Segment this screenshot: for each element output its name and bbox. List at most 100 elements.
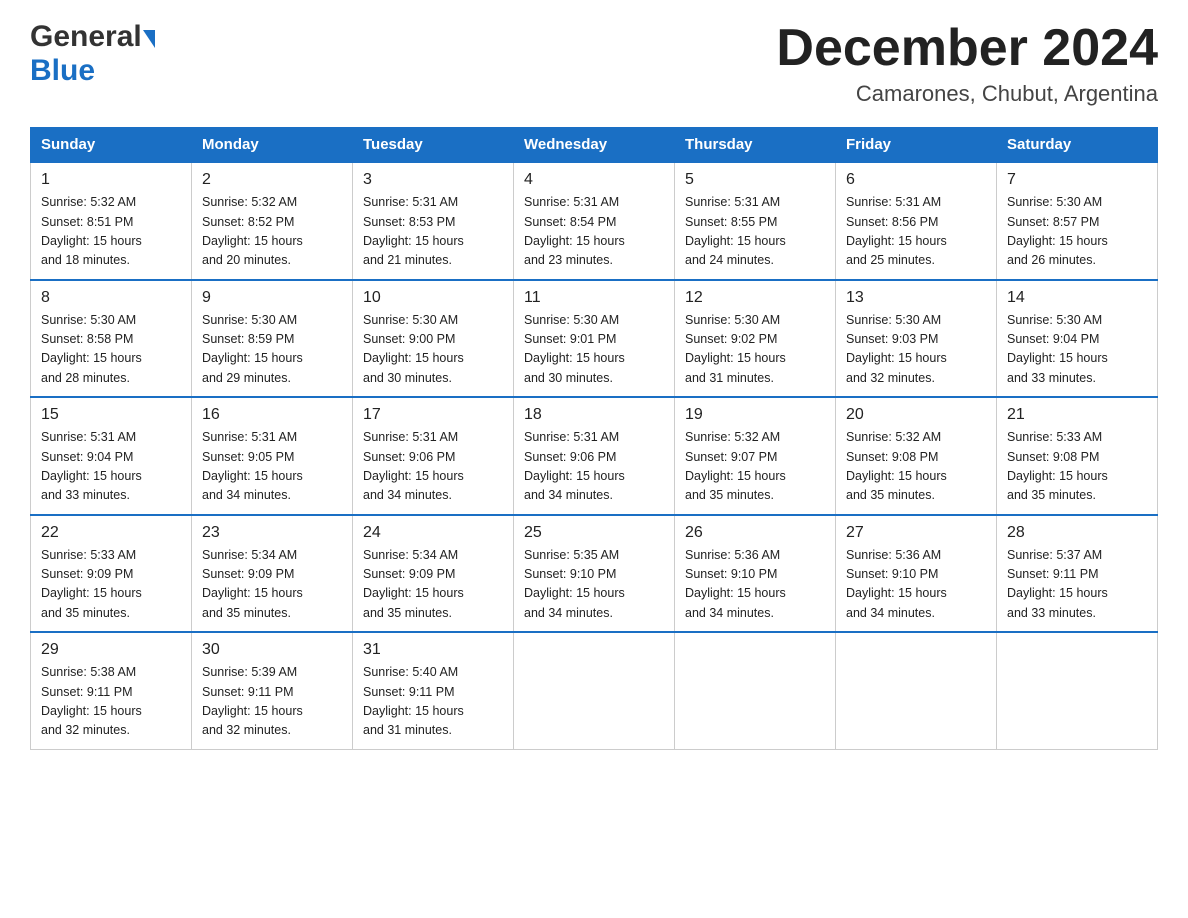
day-cell-18: 18 Sunrise: 5:31 AMSunset: 9:06 PMDayligh… <box>514 397 675 515</box>
day-number: 9 <box>202 289 342 307</box>
day-number: 7 <box>1007 171 1147 189</box>
empty-cell <box>836 632 997 749</box>
day-number: 2 <box>202 171 342 189</box>
day-info: Sunrise: 5:36 AMSunset: 9:10 PMDaylight:… <box>846 546 986 624</box>
day-info: Sunrise: 5:37 AMSunset: 9:11 PMDaylight:… <box>1007 546 1147 624</box>
day-cell-8: 8 Sunrise: 5:30 AMSunset: 8:58 PMDaylight… <box>31 280 192 398</box>
day-info: Sunrise: 5:38 AMSunset: 9:11 PMDaylight:… <box>41 663 181 741</box>
day-info: Sunrise: 5:39 AMSunset: 9:11 PMDaylight:… <box>202 663 342 741</box>
logo-blue-text: Blue <box>30 54 95 87</box>
day-number: 18 <box>524 406 664 424</box>
weekday-header-tuesday: Tuesday <box>353 128 514 163</box>
weekday-header-sunday: Sunday <box>31 128 192 163</box>
day-number: 30 <box>202 641 342 659</box>
day-number: 27 <box>846 524 986 542</box>
day-cell-31: 31Sunrise: 5:40 AMSunset: 9:11 PMDayligh… <box>353 632 514 749</box>
page-header: General Blue December 2024 Camarones, Ch… <box>30 20 1158 107</box>
day-cell-11: 11Sunrise: 5:30 AMSunset: 9:01 PMDayligh… <box>514 280 675 398</box>
day-info: Sunrise: 5:34 AMSunset: 9:09 PMDaylight:… <box>363 546 503 624</box>
day-number: 4 <box>524 171 664 189</box>
day-cell-4: 4 Sunrise: 5:31 AMSunset: 8:54 PMDaylight… <box>514 162 675 280</box>
week-row-2: 8 Sunrise: 5:30 AMSunset: 8:58 PMDaylight… <box>31 280 1158 398</box>
day-number: 1 <box>41 171 181 189</box>
location-title: Camarones, Chubut, Argentina <box>776 81 1158 107</box>
day-cell-14: 14 Sunrise: 5:30 AMSunset: 9:04 PMDayligh… <box>997 280 1158 398</box>
day-number: 20 <box>846 406 986 424</box>
day-number: 8 <box>41 289 181 307</box>
day-cell-29: 29 Sunrise: 5:38 AMSunset: 9:11 PMDayligh… <box>31 632 192 749</box>
day-info: Sunrise: 5:32 AMSunset: 8:52 PMDaylight:… <box>202 193 342 271</box>
day-info: Sunrise: 5:32 AMSunset: 9:08 PMDaylight:… <box>846 428 986 506</box>
day-number: 12 <box>685 289 825 307</box>
weekday-header-row: SundayMondayTuesdayWednesdayThursdayFrid… <box>31 128 1158 163</box>
day-number: 13 <box>846 289 986 307</box>
empty-cell <box>997 632 1158 749</box>
day-number: 26 <box>685 524 825 542</box>
day-number: 24 <box>363 524 503 542</box>
day-number: 10 <box>363 289 503 307</box>
day-info: Sunrise: 5:35 AMSunset: 9:10 PMDaylight:… <box>524 546 664 624</box>
day-cell-1: 1 Sunrise: 5:32 AMSunset: 8:51 PMDaylight… <box>31 162 192 280</box>
day-info: Sunrise: 5:30 AMSunset: 9:04 PMDaylight:… <box>1007 311 1147 389</box>
day-cell-19: 19Sunrise: 5:32 AMSunset: 9:07 PMDayligh… <box>675 397 836 515</box>
empty-cell <box>675 632 836 749</box>
day-info: Sunrise: 5:31 AMSunset: 8:53 PMDaylight:… <box>363 193 503 271</box>
day-cell-23: 23 Sunrise: 5:34 AMSunset: 9:09 PMDayligh… <box>192 515 353 633</box>
logo-general-text: General <box>30 20 142 54</box>
day-info: Sunrise: 5:31 AMSunset: 8:55 PMDaylight:… <box>685 193 825 271</box>
day-cell-25: 25 Sunrise: 5:35 AMSunset: 9:10 PMDayligh… <box>514 515 675 633</box>
day-info: Sunrise: 5:31 AMSunset: 9:06 PMDaylight:… <box>363 428 503 506</box>
day-info: Sunrise: 5:31 AMSunset: 8:56 PMDaylight:… <box>846 193 986 271</box>
weekday-header-saturday: Saturday <box>997 128 1158 163</box>
week-row-1: 1 Sunrise: 5:32 AMSunset: 8:51 PMDaylight… <box>31 162 1158 280</box>
day-cell-15: 15Sunrise: 5:31 AMSunset: 9:04 PMDayligh… <box>31 397 192 515</box>
day-cell-2: 2 Sunrise: 5:32 AMSunset: 8:52 PMDaylight… <box>192 162 353 280</box>
day-number: 21 <box>1007 406 1147 424</box>
week-row-5: 29 Sunrise: 5:38 AMSunset: 9:11 PMDayligh… <box>31 632 1158 749</box>
day-cell-30: 30 Sunrise: 5:39 AMSunset: 9:11 PMDayligh… <box>192 632 353 749</box>
day-info: Sunrise: 5:30 AMSunset: 9:02 PMDaylight:… <box>685 311 825 389</box>
day-info: Sunrise: 5:30 AMSunset: 8:59 PMDaylight:… <box>202 311 342 389</box>
weekday-header-wednesday: Wednesday <box>514 128 675 163</box>
day-cell-28: 28 Sunrise: 5:37 AMSunset: 9:11 PMDayligh… <box>997 515 1158 633</box>
day-cell-13: 13 Sunrise: 5:30 AMSunset: 9:03 PMDayligh… <box>836 280 997 398</box>
day-cell-16: 16 Sunrise: 5:31 AMSunset: 9:05 PMDayligh… <box>192 397 353 515</box>
week-row-4: 22Sunrise: 5:33 AMSunset: 9:09 PMDayligh… <box>31 515 1158 633</box>
day-cell-17: 17Sunrise: 5:31 AMSunset: 9:06 PMDayligh… <box>353 397 514 515</box>
weekday-header-monday: Monday <box>192 128 353 163</box>
day-info: Sunrise: 5:31 AMSunset: 8:54 PMDaylight:… <box>524 193 664 271</box>
month-title: December 2024 <box>776 20 1158 77</box>
day-info: Sunrise: 5:34 AMSunset: 9:09 PMDaylight:… <box>202 546 342 624</box>
day-number: 28 <box>1007 524 1147 542</box>
day-cell-3: 3Sunrise: 5:31 AMSunset: 8:53 PMDaylight… <box>353 162 514 280</box>
day-info: Sunrise: 5:31 AMSunset: 9:06 PMDaylight:… <box>524 428 664 506</box>
logo-arrow-icon <box>143 30 155 48</box>
day-info: Sunrise: 5:36 AMSunset: 9:10 PMDaylight:… <box>685 546 825 624</box>
day-cell-7: 7 Sunrise: 5:30 AMSunset: 8:57 PMDaylight… <box>997 162 1158 280</box>
day-number: 16 <box>202 406 342 424</box>
title-block: December 2024 Camarones, Chubut, Argenti… <box>776 20 1158 107</box>
day-info: Sunrise: 5:33 AMSunset: 9:09 PMDaylight:… <box>41 546 181 624</box>
day-info: Sunrise: 5:30 AMSunset: 8:58 PMDaylight:… <box>41 311 181 389</box>
logo: General Blue <box>30 20 190 88</box>
calendar-table: SundayMondayTuesdayWednesdayThursdayFrid… <box>30 127 1158 750</box>
day-number: 29 <box>41 641 181 659</box>
day-cell-10: 10 Sunrise: 5:30 AMSunset: 9:00 PMDayligh… <box>353 280 514 398</box>
day-number: 11 <box>524 289 664 307</box>
day-number: 19 <box>685 406 825 424</box>
day-cell-27: 27 Sunrise: 5:36 AMSunset: 9:10 PMDayligh… <box>836 515 997 633</box>
day-number: 25 <box>524 524 664 542</box>
empty-cell <box>514 632 675 749</box>
day-info: Sunrise: 5:30 AMSunset: 8:57 PMDaylight:… <box>1007 193 1147 271</box>
weekday-header-friday: Friday <box>836 128 997 163</box>
day-info: Sunrise: 5:31 AMSunset: 9:05 PMDaylight:… <box>202 428 342 506</box>
day-cell-22: 22Sunrise: 5:33 AMSunset: 9:09 PMDayligh… <box>31 515 192 633</box>
day-cell-20: 20 Sunrise: 5:32 AMSunset: 9:08 PMDayligh… <box>836 397 997 515</box>
day-info: Sunrise: 5:30 AMSunset: 9:03 PMDaylight:… <box>846 311 986 389</box>
day-number: 5 <box>685 171 825 189</box>
day-info: Sunrise: 5:32 AMSunset: 8:51 PMDaylight:… <box>41 193 181 271</box>
day-info: Sunrise: 5:30 AMSunset: 9:00 PMDaylight:… <box>363 311 503 389</box>
day-number: 23 <box>202 524 342 542</box>
day-number: 14 <box>1007 289 1147 307</box>
day-cell-26: 26 Sunrise: 5:36 AMSunset: 9:10 PMDayligh… <box>675 515 836 633</box>
